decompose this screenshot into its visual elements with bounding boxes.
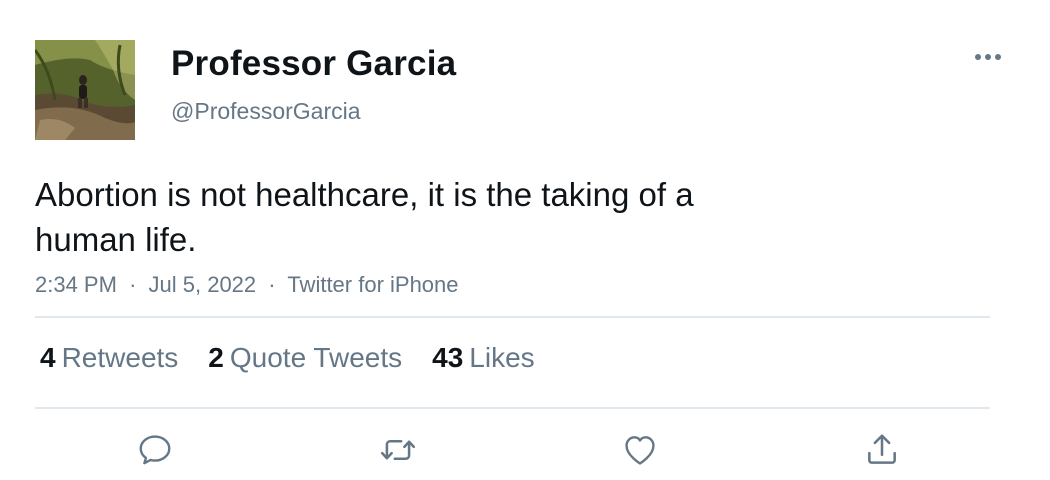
retweet-icon: [380, 440, 416, 460]
display-name[interactable]: Professor Garcia: [171, 44, 456, 84]
reply-icon: [139, 435, 171, 465]
engagement-stats: 4 Retweets 2 Quote Tweets 43 Likes: [40, 342, 535, 374]
separator: ·: [268, 272, 276, 297]
heart-icon: [625, 436, 655, 465]
likes-stat[interactable]: 43 Likes: [432, 342, 535, 374]
retweets-count: 4: [40, 342, 56, 373]
avatar[interactable]: [35, 40, 135, 140]
like-button[interactable]: [620, 430, 660, 470]
retweet-button[interactable]: [378, 430, 418, 470]
tweet-text: Abortion is not healthcare, it is the ta…: [35, 176, 694, 258]
quote-tweets-stat[interactable]: 2 Quote Tweets: [208, 342, 402, 374]
likes-label: Likes: [469, 342, 535, 373]
tweet-metadata: 2:34 PM · Jul 5, 2022 · Twitter for iPho…: [35, 272, 459, 298]
retweets-stat[interactable]: 4 Retweets: [40, 342, 178, 374]
divider: [35, 407, 990, 409]
user-handle[interactable]: @ProfessorGarcia: [171, 98, 361, 125]
retweets-label: Retweets: [61, 342, 179, 373]
share-button[interactable]: [862, 430, 902, 470]
separator: ·: [129, 272, 137, 297]
tweet-date[interactable]: Jul 5, 2022: [149, 272, 257, 297]
share-icon: [868, 434, 896, 464]
tweet-time[interactable]: 2:34 PM: [35, 272, 117, 297]
divider: [35, 316, 990, 318]
more-horizontal-icon[interactable]: [972, 47, 1004, 67]
tweet-source[interactable]: Twitter for iPhone: [287, 272, 458, 297]
likes-count: 43: [432, 342, 464, 373]
quote-tweets-label: Quote Tweets: [229, 342, 403, 373]
reply-button[interactable]: [135, 430, 175, 470]
quote-tweets-count: 2: [208, 342, 224, 373]
